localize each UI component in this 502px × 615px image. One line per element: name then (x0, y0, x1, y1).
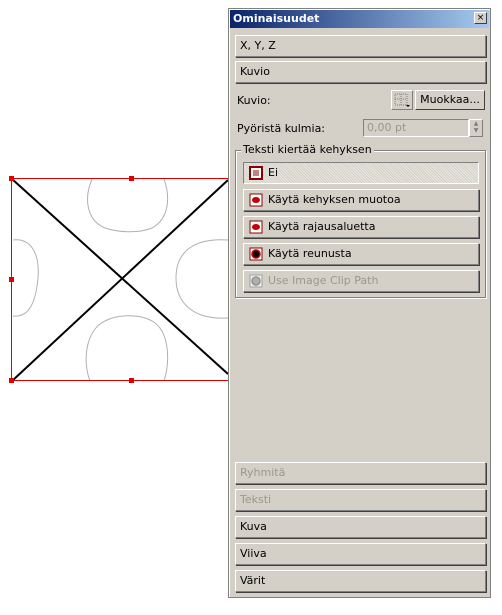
section-image-button[interactable]: Kuva (235, 516, 486, 538)
wrap-clip-path-icon (249, 274, 263, 288)
image-placeholder-cross (11, 179, 228, 382)
edit-shape-button[interactable]: Muokkaa... (415, 90, 485, 110)
wrap-bounding-box-label: Käytä rajausaluetta (268, 220, 376, 233)
wrap-bounding-box-icon (249, 220, 263, 234)
wrap-clip-path-label: Use Image Clip Path (268, 274, 379, 287)
wrap-frame-shape-label: Käytä kehyksen muotoa (268, 193, 401, 206)
resize-handle[interactable] (9, 378, 14, 383)
resize-handle[interactable] (129, 378, 134, 383)
palette-title: Ominaisuudet (233, 12, 320, 25)
wrap-frame-shape-button[interactable]: Käytä kehyksen muotoa (243, 189, 479, 211)
section-group-button[interactable]: Ryhmitä (235, 462, 486, 484)
round-corners-stepper[interactable]: ▲ ▼ (469, 119, 483, 137)
close-button[interactable]: × (474, 12, 487, 24)
palette-titlebar[interactable]: Ominaisuudet × (230, 10, 489, 28)
section-xyz-button[interactable]: X, Y, Z (235, 35, 486, 57)
wrap-frame-shape-icon (249, 193, 263, 207)
round-corners-field[interactable]: 0,00 pt (363, 119, 469, 137)
resize-handle[interactable] (9, 277, 14, 282)
properties-palette: Ominaisuudet × X, Y, Z Kuvio Kuvio: Muok… (228, 8, 491, 598)
section-shape-button[interactable]: Kuvio (235, 61, 486, 83)
text-wrap-legend: Teksti kiertää kehyksen (241, 143, 374, 156)
wrap-none-button[interactable]: Ei (243, 162, 479, 184)
section-colors-button[interactable]: Värit (235, 570, 486, 592)
section-line-button[interactable]: Viiva (235, 543, 486, 565)
wrap-contour-icon (249, 247, 263, 261)
image-placeholder-cross (11, 178, 228, 375)
wrap-none-icon (249, 166, 263, 180)
section-text-button[interactable]: Teksti (235, 489, 486, 511)
wrap-clip-path-button[interactable]: Use Image Clip Path (243, 270, 479, 292)
wrap-none-label: Ei (268, 166, 279, 179)
wrap-contour-label: Käytä reunusta (268, 247, 352, 260)
wrap-bounding-box-button[interactable]: Käytä rajausaluetta (243, 216, 479, 238)
shape-picker-button[interactable] (391, 90, 413, 110)
shape-label: Kuvio: (237, 94, 271, 107)
canvas-area (0, 0, 228, 615)
round-corners-label: Pyöristä kulmia: (237, 122, 326, 135)
image-frame[interactable] (0, 0, 228, 615)
wrap-contour-button[interactable]: Käytä reunusta (243, 243, 479, 265)
shape-grid-icon (394, 93, 410, 107)
resize-handle[interactable] (9, 176, 14, 181)
resize-handle[interactable] (129, 176, 134, 181)
